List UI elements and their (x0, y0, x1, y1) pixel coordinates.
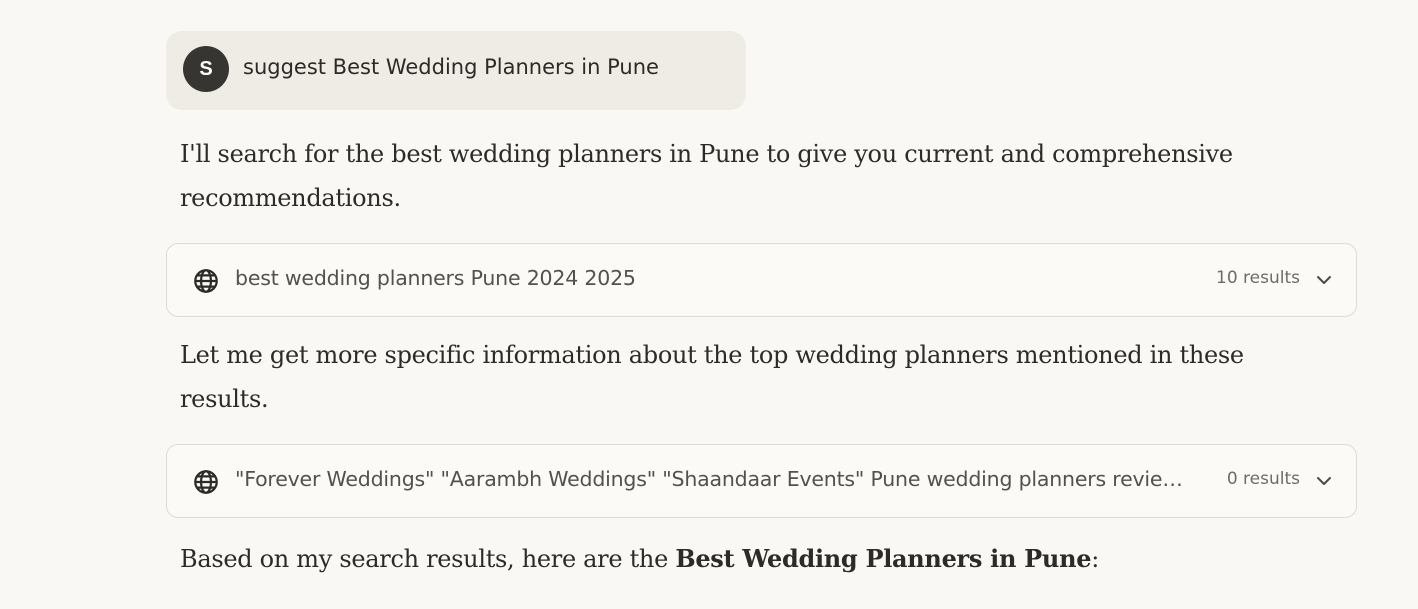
search-query: best wedding planners Pune 2024 2025 (235, 266, 636, 290)
assistant-followup-text: Let me get more specific information abo… (180, 341, 1244, 413)
globe-icon (194, 470, 218, 494)
assistant-summary-text: Based on my search results, here are the… (180, 537, 1290, 581)
user-message-bubble: S suggest Best Wedding Planners in Pune (166, 31, 746, 110)
chevron-down-icon[interactable] (1314, 471, 1334, 491)
globe-icon (194, 269, 218, 293)
summary-suffix: : (1091, 545, 1099, 573)
search-results-count: 0 results (1226, 469, 1300, 489)
summary-bold-title: Best Wedding Planners in Pune (675, 544, 1092, 573)
chat-page: S suggest Best Wedding Planners in Pune … (0, 0, 1418, 609)
summary-prefix: Based on my search results, here are the (180, 545, 676, 573)
avatar[interactable]: S (183, 46, 229, 92)
web-search-card[interactable]: "Forever Weddings" "Aarambh Weddings" "S… (166, 444, 1357, 518)
chevron-down-icon[interactable] (1314, 270, 1334, 290)
web-search-card[interactable]: best wedding planners Pune 2024 2025 10 … (166, 243, 1357, 317)
assistant-intro-text: I'll search for the best wedding planner… (180, 140, 1233, 212)
user-message-text: suggest Best Wedding Planners in Pune (243, 55, 659, 79)
search-query: "Forever Weddings" "Aarambh Weddings" "S… (235, 467, 1185, 491)
search-results-count: 10 results (1216, 268, 1300, 288)
